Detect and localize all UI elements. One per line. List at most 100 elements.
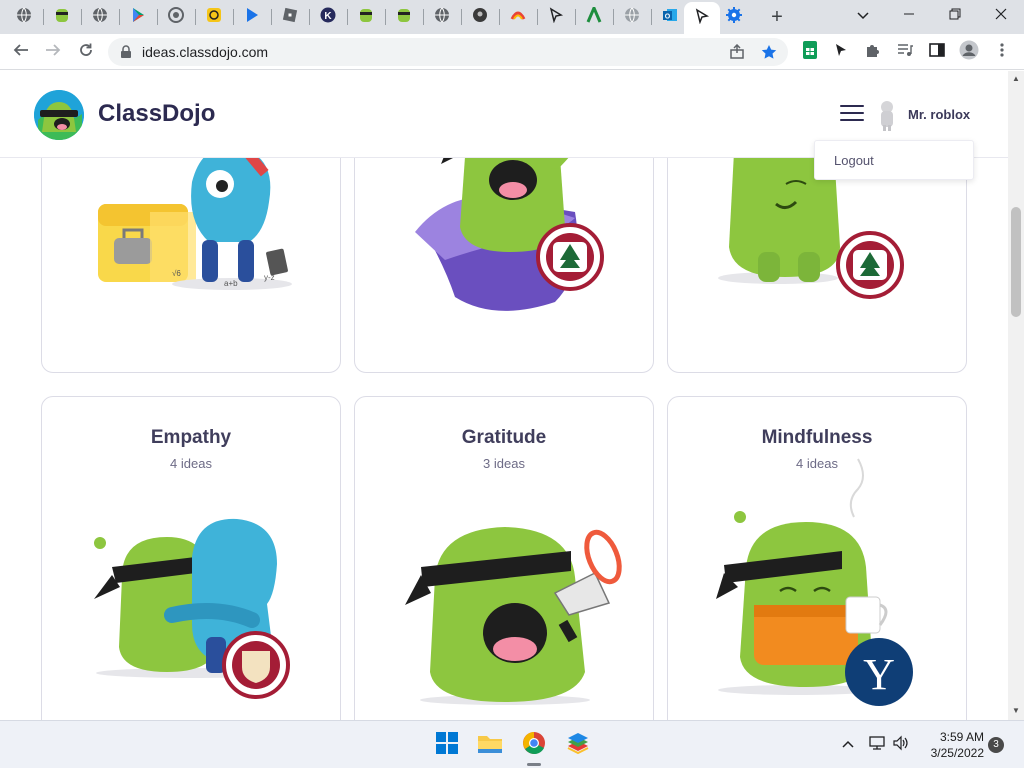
google-play-icon [244,7,260,28]
card-illustration: Y [716,458,913,706]
tab-classdojo-2[interactable] [351,2,381,32]
tab-globe[interactable] [9,2,39,32]
menu-button[interactable] [840,105,864,123]
globe-icon [92,7,108,28]
globe-icon [16,7,32,28]
new-tab-button[interactable]: + [764,4,790,30]
svg-text:K: K [324,11,332,22]
volume-button[interactable] [892,735,910,754]
network-button[interactable] [868,735,886,754]
scrollbar-thumb[interactable] [1011,207,1021,317]
file-explorer-icon [477,732,503,759]
extension-cursor-button[interactable] [831,42,851,62]
profile-avatar-icon [959,40,979,65]
yale-badge-letter: Y [863,650,895,699]
page-scrollbar[interactable]: ▲ ▼ [1008,71,1024,720]
windows-start-icon [435,731,459,760]
tab-roblox[interactable] [275,2,305,32]
tab-classdojo-3[interactable] [389,2,419,32]
brand-name[interactable]: ClassDojo [98,100,215,128]
user-avatar[interactable] [876,99,898,131]
tab-search-button[interactable] [840,0,886,30]
forward-button[interactable] [40,39,66,65]
tab-settings[interactable] [719,2,749,32]
settings-gear-icon [726,6,742,28]
browser-menu-button[interactable] [992,42,1012,62]
tab-globe-3[interactable] [427,2,457,32]
classdojo-logo[interactable] [34,90,84,140]
svg-text:O: O [665,13,671,20]
lock-icon [120,45,132,64]
notification-badge[interactable]: 3 [988,737,1004,753]
tab-classdojo[interactable] [47,2,77,32]
scroll-down-icon[interactable]: ▼ [1012,707,1020,715]
cursor-arrow-icon [833,42,849,63]
share-icon[interactable] [728,43,746,61]
restore-icon [949,7,961,23]
restore-button[interactable] [932,0,978,30]
network-monitor-icon [868,735,886,754]
extension-sheets-button[interactable] [800,40,820,64]
back-button[interactable] [8,39,34,65]
yellow-circle-app-icon [206,7,222,28]
close-window-button[interactable] [978,0,1024,30]
tab-active-cursor[interactable] [684,2,720,34]
green-a-icon [586,3,602,28]
chrome-icon [168,6,184,28]
tray-overflow-button[interactable] [842,735,854,751]
side-panel-button[interactable] [927,42,947,62]
sheets-icon [803,40,817,64]
colorful-app-icon [510,7,526,28]
scroll-up-icon[interactable]: ▲ [1012,75,1020,83]
cursor-arrow-icon [548,6,564,28]
tab-google-play[interactable] [123,2,153,32]
back-arrow-icon [13,42,29,63]
address-bar[interactable]: ideas.classdojo.com [108,38,788,66]
minimize-button[interactable] [886,0,932,30]
logout-menu-item[interactable]: Logout [834,153,874,168]
extensions-button[interactable] [863,42,883,62]
classdojo-monster-icon [358,7,374,28]
profile-button[interactable] [959,40,979,65]
idea-card-empathy[interactable]: Empathy 4 ideas [41,396,341,720]
tab-cursor[interactable] [541,2,571,32]
tab-green-a[interactable] [579,2,609,32]
active-app-indicator [527,763,541,766]
globe-icon [624,7,640,28]
outlook-icon: O [662,7,678,28]
idea-card-mindfulness[interactable]: Mindfulness 4 ideas Y [667,396,967,720]
user-name[interactable]: Mr. roblox [908,107,970,122]
bluestacks-icon [565,731,591,760]
bluestacks-button[interactable] [562,729,594,761]
browser-toolbar: ideas.classdojo.com [0,34,1024,70]
tab-outlook[interactable]: O [655,2,685,32]
idea-card-gratitude[interactable]: Gratitude 3 ideas [354,396,654,720]
puzzle-icon [865,42,881,63]
tab-chrome[interactable] [161,2,191,32]
page-viewport: √6 a+b y-z Empathy 4 ideas Gratitude 3 i… [0,71,1008,720]
tab-k-app[interactable]: K [313,2,343,32]
reload-button[interactable] [73,39,99,65]
tab-google-play-2[interactable] [237,2,267,32]
card-illustration [405,527,622,705]
tab-yellow-app[interactable] [199,2,229,32]
start-button[interactable] [431,729,463,761]
tab-globe-2[interactable] [85,2,115,32]
tab-dark-app[interactable] [465,2,495,32]
chrome-taskbar-button[interactable] [518,729,550,766]
vertical-dots-icon [1000,42,1004,63]
url-text: ideas.classdojo.com [142,44,269,60]
chevron-up-icon [842,735,854,751]
file-explorer-button[interactable] [474,729,506,761]
system-clock[interactable]: 3:59 AM 3/25/2022 [918,729,984,761]
tab-globe-4[interactable] [617,2,647,32]
side-panel-icon [929,42,945,63]
dark-circle-icon [472,7,488,28]
k-letter-icon: K [320,7,336,28]
classdojo-monster-icon [54,7,70,28]
tab-colorful-app[interactable] [503,2,533,32]
bookmark-star-icon[interactable] [760,43,778,61]
media-control-button[interactable] [895,42,915,62]
music-queue-icon [897,42,913,63]
hamburger-icon [840,105,864,107]
